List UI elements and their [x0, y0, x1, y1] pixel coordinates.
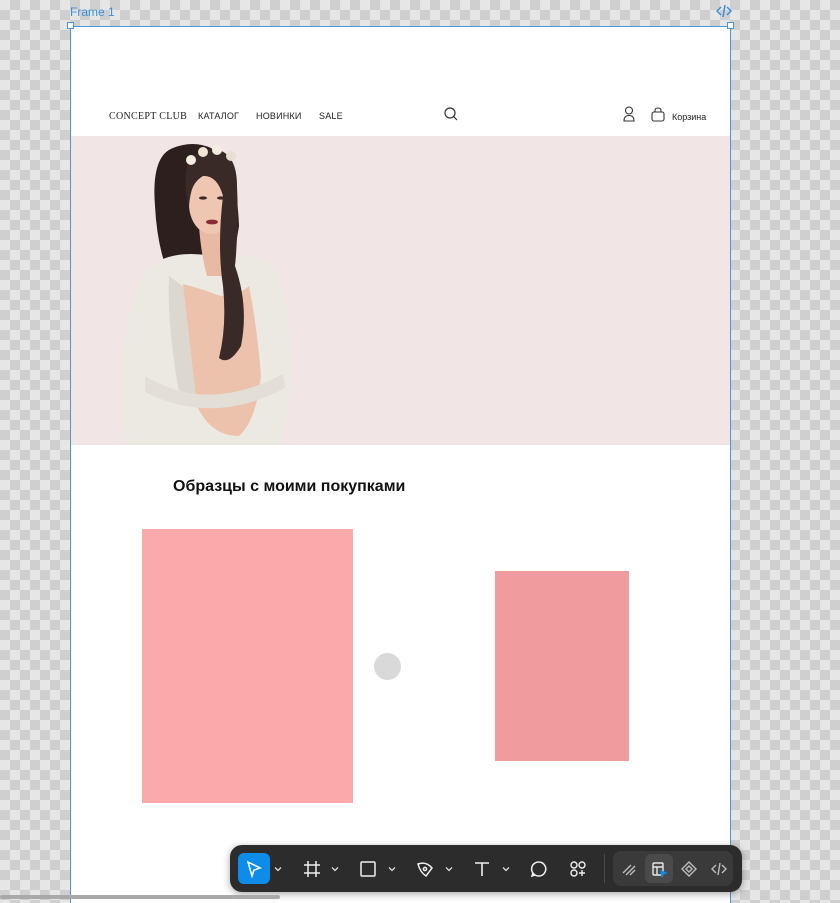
chevron-down-icon[interactable] [387, 853, 397, 884]
draw-mode-icon[interactable] [615, 854, 643, 883]
comment-tool-icon[interactable] [527, 853, 551, 884]
mode-switcher [613, 851, 733, 886]
carousel-dot[interactable] [374, 653, 401, 680]
nav-catalog[interactable]: КАТАЛОГ [198, 111, 239, 121]
horizontal-scrollbar[interactable] [0, 895, 280, 899]
nav-new[interactable]: НОВИНКИ [256, 111, 302, 121]
frame-tool-icon[interactable] [300, 853, 324, 884]
product-card-1[interactable] [142, 529, 353, 803]
design-frame[interactable]: CONCEPT CLUB КАТАЛОГ НОВИНКИ SALE Корзин… [70, 26, 731, 903]
search-icon[interactable] [444, 107, 458, 121]
hero-model-photo [123, 144, 292, 445]
bag-icon[interactable] [651, 107, 665, 122]
code-icon[interactable] [715, 4, 733, 18]
user-icon[interactable] [623, 106, 635, 122]
frame-label[interactable]: Frame 1 [70, 5, 115, 19]
cart-label[interactable]: Корзина [672, 112, 706, 122]
product-card-2[interactable] [495, 571, 629, 761]
nav-sale[interactable]: SALE [319, 111, 343, 121]
prototype-mode-icon[interactable] [675, 854, 703, 883]
section-title: Образцы с моими покупками [173, 478, 406, 495]
site-logo: CONCEPT CLUB [109, 111, 188, 122]
design-toolbar [230, 845, 742, 892]
move-tool-icon[interactable] [238, 853, 270, 884]
toolbar-divider [604, 854, 605, 883]
chevron-down-icon[interactable] [273, 853, 283, 884]
dev-mode-icon[interactable] [705, 854, 733, 883]
design-mode-icon[interactable] [645, 854, 673, 883]
chevron-down-icon[interactable] [501, 853, 511, 884]
shape-tool-icon[interactable] [356, 853, 380, 884]
text-tool-icon[interactable] [470, 853, 494, 884]
chevron-down-icon[interactable] [330, 853, 340, 884]
pen-tool-icon[interactable] [413, 853, 437, 884]
resize-handle-top-right[interactable] [727, 22, 734, 29]
chevron-down-icon[interactable] [444, 853, 454, 884]
hero-banner [71, 136, 730, 445]
actions-tool-icon[interactable] [566, 853, 590, 884]
resize-handle-top-left[interactable] [67, 22, 74, 29]
